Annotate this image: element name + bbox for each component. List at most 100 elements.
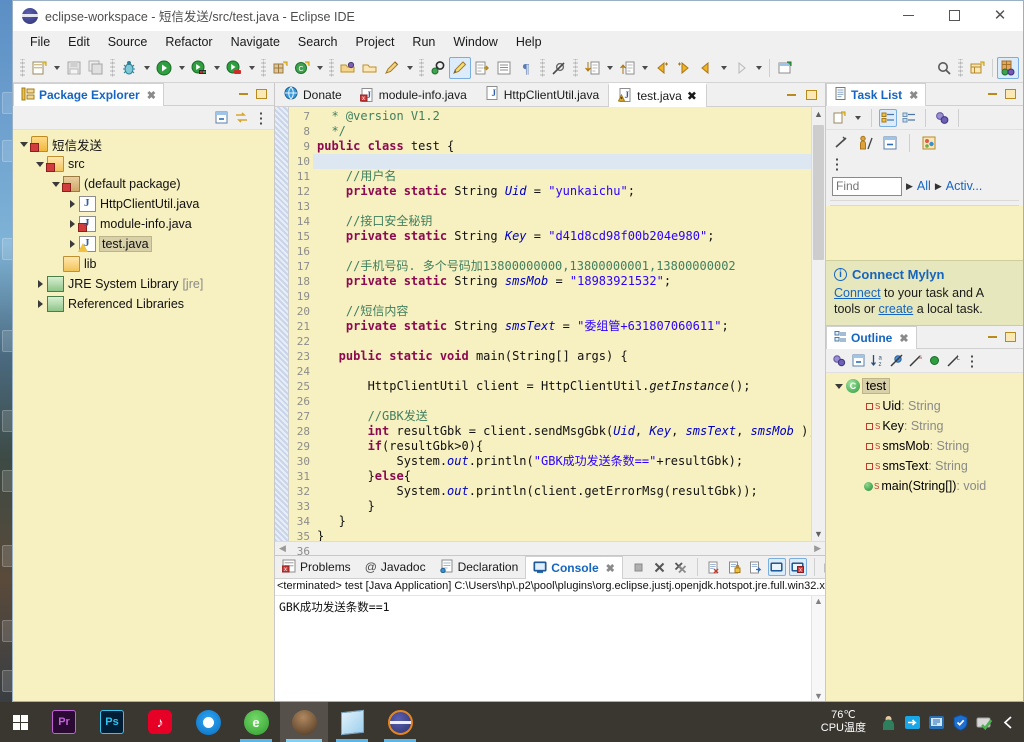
code-line[interactable]: }: [317, 514, 811, 529]
chevron-down-icon[interactable]: [851, 107, 864, 129]
menu-search[interactable]: Search: [289, 33, 347, 51]
tab-javadoc[interactable]: @ Javadoc: [358, 556, 433, 578]
scheduled-presentation-icon[interactable]: [900, 109, 918, 127]
menu-file[interactable]: File: [21, 33, 59, 51]
close-icon[interactable]: ✖: [606, 562, 615, 575]
scroll-up-arrow-icon[interactable]: ▲: [814, 596, 823, 606]
chevron-right-icon[interactable]: [65, 234, 79, 254]
minimize-icon[interactable]: [988, 93, 997, 95]
tab-console[interactable]: Console ✖: [525, 556, 623, 579]
menu-help[interactable]: Help: [507, 33, 551, 51]
scroll-up-arrow-icon[interactable]: ▲: [814, 107, 823, 121]
show-ui-legend-icon[interactable]: [920, 134, 938, 152]
maximize-button[interactable]: [931, 1, 977, 31]
skip-breakpoints-icon[interactable]: [471, 57, 493, 79]
previous-annotation-icon[interactable]: [616, 57, 638, 79]
new-wizard-dropdown-icon[interactable]: [50, 57, 63, 79]
scroll-down-arrow-icon[interactable]: ▼: [814, 691, 823, 701]
editor-tab-donate[interactable]: Donate: [275, 83, 351, 106]
close-icon[interactable]: ✖: [147, 89, 156, 102]
menu-source[interactable]: Source: [99, 33, 157, 51]
toggle-block-selection-icon[interactable]: [493, 57, 515, 79]
menu-project[interactable]: Project: [347, 33, 404, 51]
scroll-down-arrow-icon[interactable]: ▼: [814, 527, 823, 541]
task-list-view-menu[interactable]: [826, 156, 1023, 172]
tencent-security-icon[interactable]: [948, 702, 972, 742]
taskbar-browser-icon[interactable]: [184, 702, 232, 742]
focus-on-workweek-icon[interactable]: [933, 109, 951, 127]
code-line[interactable]: }else{: [317, 469, 811, 484]
code-line[interactable]: }: [317, 499, 811, 514]
outline-tree[interactable]: C test S Uid : String S Key : String S s…: [826, 373, 1023, 701]
outline-item-smstext[interactable]: S smsText : String: [826, 456, 1023, 476]
maximize-icon[interactable]: [256, 89, 267, 99]
mylyn-create-link[interactable]: create: [878, 302, 913, 316]
code-line[interactable]: private static String Key = "d41d8cd98f0…: [317, 229, 811, 244]
chevron-right-icon[interactable]: [33, 294, 47, 314]
share-icon[interactable]: [900, 702, 924, 742]
code-line[interactable]: [317, 334, 811, 349]
edit-dropdown-icon[interactable]: [403, 57, 416, 79]
code-line[interactable]: [317, 289, 811, 304]
code-line[interactable]: if(resultGbk>0){: [317, 439, 811, 454]
new-java-package-icon[interactable]: [269, 57, 291, 79]
marker-overview-bar[interactable]: [275, 107, 289, 541]
code-line[interactable]: int resultGbk = client.sendMsgGbk(Uid, K…: [317, 424, 811, 439]
clear-console-icon[interactable]: [705, 558, 723, 576]
code-line[interactable]: //接口安全秘钥: [317, 214, 811, 229]
scroll-lock-icon[interactable]: [726, 558, 744, 576]
open-type-icon[interactable]: [337, 57, 359, 79]
last-edit-location-icon[interactable]: [651, 57, 673, 79]
cpu-temperature-widget[interactable]: 76℃ CPU温度: [811, 709, 876, 735]
tree-item-src[interactable]: src: [13, 154, 274, 174]
close-icon[interactable]: ✖: [899, 332, 908, 345]
code-line[interactable]: [317, 364, 811, 379]
coverage-dropdown-icon[interactable]: [210, 57, 223, 79]
tab-problems[interactable]: x Problems: [275, 556, 358, 578]
code-line[interactable]: //手机号码. 多个号码加13800000000,13800000001,138…: [317, 259, 811, 274]
run-external-dropdown-icon[interactable]: [245, 57, 258, 79]
antivirus-icon[interactable]: [972, 702, 996, 742]
source-code[interactable]: * @version V1.2 */public class test { //…: [313, 107, 811, 541]
chevron-right-icon[interactable]: [65, 194, 79, 214]
code-line[interactable]: public class test {: [317, 139, 811, 154]
view-menu-icon[interactable]: [252, 109, 270, 127]
minimize-icon[interactable]: [239, 93, 248, 95]
tab-declaration[interactable]: Declaration: [433, 556, 526, 578]
chevron-right-icon[interactable]: ▶: [935, 181, 942, 192]
collapse-all-icon[interactable]: [881, 134, 899, 152]
tab-task-list[interactable]: Task List ✖: [826, 83, 927, 106]
tree-item-jre-system-library[interactable]: JRE System Library [jre]: [13, 274, 274, 294]
tree-item-referenced-libraries[interactable]: Referenced Libraries: [13, 294, 274, 314]
code-line[interactable]: public static void main(String[] args) {: [317, 349, 811, 364]
project-tree[interactable]: 短信发送 src (default package) J HttpClientU…: [13, 130, 274, 701]
filter-all-link[interactable]: All: [917, 179, 931, 193]
chevron-right-icon[interactable]: ▶: [906, 181, 913, 192]
code-line[interactable]: //GBK发送: [317, 409, 811, 424]
forward-edit-icon[interactable]: [673, 57, 695, 79]
forward-history-icon[interactable]: [730, 57, 752, 79]
minimize-button[interactable]: [885, 1, 931, 31]
new-wizard-icon[interactable]: [28, 57, 50, 79]
maximize-icon[interactable]: [1005, 89, 1016, 99]
console-vertical-scrollbar[interactable]: ▲ ▼: [811, 596, 825, 701]
windows-start-icon[interactable]: [0, 702, 40, 742]
next-annotation-icon[interactable]: [581, 57, 603, 79]
code-line[interactable]: private static String Uid = "yunkaichu";: [317, 184, 811, 199]
open-task-icon[interactable]: [359, 57, 381, 79]
tree-item-test-java[interactable]: test.java: [13, 234, 274, 254]
chevron-down-icon[interactable]: [17, 134, 31, 154]
menu-edit[interactable]: Edit: [59, 33, 99, 51]
forward-history-dropdown-icon[interactable]: [752, 57, 765, 79]
link-with-editor-icon[interactable]: [232, 109, 250, 127]
chevron-right-icon[interactable]: [33, 274, 47, 294]
debug-dropdown-icon[interactable]: [140, 57, 153, 79]
collapse-all-icon[interactable]: [849, 352, 867, 370]
view-menu-icon[interactable]: [963, 352, 981, 370]
code-line[interactable]: [317, 394, 811, 409]
menu-window[interactable]: Window: [444, 33, 506, 51]
show-console-on-output-icon[interactable]: [767, 558, 786, 576]
editor-vertical-scrollbar[interactable]: ▲ ▼: [811, 107, 825, 541]
debug-icon[interactable]: [118, 57, 140, 79]
new-java-class-dropdown-icon[interactable]: [313, 57, 326, 79]
